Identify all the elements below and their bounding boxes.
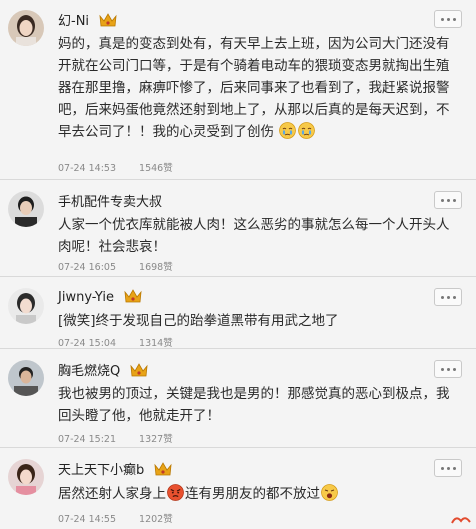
- comment-item: 天上天下小癫b 居然还射人家身上 连有男朋友的都不放过 07-24 14:55 …: [0, 448, 476, 529]
- more-options-button[interactable]: [434, 459, 462, 477]
- username-text[interactable]: 手机配件专卖大叔: [58, 195, 162, 210]
- like-count[interactable]: 1314赞: [139, 338, 173, 349]
- more-options-button[interactable]: [434, 10, 462, 28]
- vip-crown-icon: [99, 13, 117, 27]
- vip-crown-icon: [130, 363, 148, 377]
- comment-text: 人家一个优衣库就能被人肉！这么恶劣的事就怎么每一个人开头人肉呢！社会悲哀！: [58, 217, 450, 255]
- vip-crown-icon: [124, 289, 142, 303]
- user-avatar[interactable]: [8, 191, 44, 227]
- username-text[interactable]: 天上天下小癫b: [58, 463, 144, 478]
- user-avatar[interactable]: [8, 360, 44, 396]
- user-avatar[interactable]: [8, 288, 44, 324]
- shouting-face-emoji: [321, 484, 338, 501]
- like-count[interactable]: 1698赞: [139, 262, 173, 273]
- comment-item: 手机配件专卖大叔 人家一个优衣库就能被人肉！这么恶劣的事就怎么每一个人开头人肉呢…: [0, 180, 476, 277]
- like-count[interactable]: 1202赞: [139, 514, 173, 525]
- username-text[interactable]: Jiwny-Yie: [58, 290, 114, 305]
- comment-text: 妈的，真是的变态到处有，有天早上去上班，因为公司大门还没有开就在公司门口等，于是…: [58, 36, 450, 140]
- vip-crown-icon: [154, 462, 172, 476]
- comment-item: 幻-Ni 妈的，真是的变态到处有，有天早上去上班，因为公司大门还没有开就在公司门…: [0, 0, 476, 180]
- timestamp: 07-24 14:55: [58, 514, 117, 525]
- comment-meta: 07-24 14:55 1202赞: [58, 511, 173, 525]
- comment-item: 胸毛燃烧Q 我也被男的顶过，关键是我也是男的！那感觉真的恶心到极点，我回头瞪了他…: [0, 349, 476, 448]
- timestamp: 07-24 15:21: [58, 434, 117, 445]
- username[interactable]: 幻-Ni: [58, 10, 117, 29]
- timestamp: 07-24 14:53: [58, 163, 117, 174]
- angry-face-emoji: [167, 484, 184, 501]
- like-count[interactable]: 1327赞: [139, 434, 173, 445]
- timestamp: 07-24 15:04: [58, 338, 117, 349]
- timestamp: 07-24 16:05: [58, 262, 117, 273]
- comment-text: 我也被男的顶过，关键是我也是男的！那感觉真的恶心到极点，我回头瞪了他，他就走开了…: [58, 386, 450, 424]
- more-options-button[interactable]: [434, 360, 462, 378]
- watermark-icon: [451, 517, 471, 524]
- more-options-button[interactable]: [434, 288, 462, 306]
- comment-meta: 07-24 16:05 1698赞: [58, 259, 173, 273]
- username[interactable]: 胸毛燃烧Q: [58, 360, 148, 379]
- comment-text: [微笑]终于发现自己的跆拳道黑带有用武之地了: [58, 313, 339, 329]
- user-avatar[interactable]: [8, 459, 44, 495]
- username-text[interactable]: 幻-Ni: [58, 14, 89, 29]
- username[interactable]: 手机配件专卖大叔: [58, 191, 162, 210]
- comment-item: Jiwny-Yie [微笑]终于发现自己的跆拳道黑带有用武之地了 07-24 1…: [0, 277, 476, 349]
- user-avatar[interactable]: [8, 10, 44, 46]
- comment-meta: 07-24 15:04 1314赞: [58, 335, 173, 349]
- comment-meta: 07-24 15:21 1327赞: [58, 431, 173, 445]
- crying-face-emoji: [279, 122, 297, 139]
- comment-feed: 幻-Ni 妈的，真是的变态到处有，有天早上去上班，因为公司大门还没有开就在公司门…: [0, 0, 476, 529]
- comment-meta: 07-24 14:53 1546赞: [58, 160, 173, 174]
- username[interactable]: Jiwny-Yie: [58, 288, 142, 305]
- like-count[interactable]: 1546赞: [139, 163, 173, 174]
- username[interactable]: 天上天下小癫b: [58, 459, 172, 478]
- username-text[interactable]: 胸毛燃烧Q: [58, 364, 120, 379]
- crying-face-emoji: [298, 122, 316, 139]
- more-options-button[interactable]: [434, 191, 462, 209]
- comment-text: 居然还射人家身上 连有男朋友的都不放过: [58, 483, 458, 505]
